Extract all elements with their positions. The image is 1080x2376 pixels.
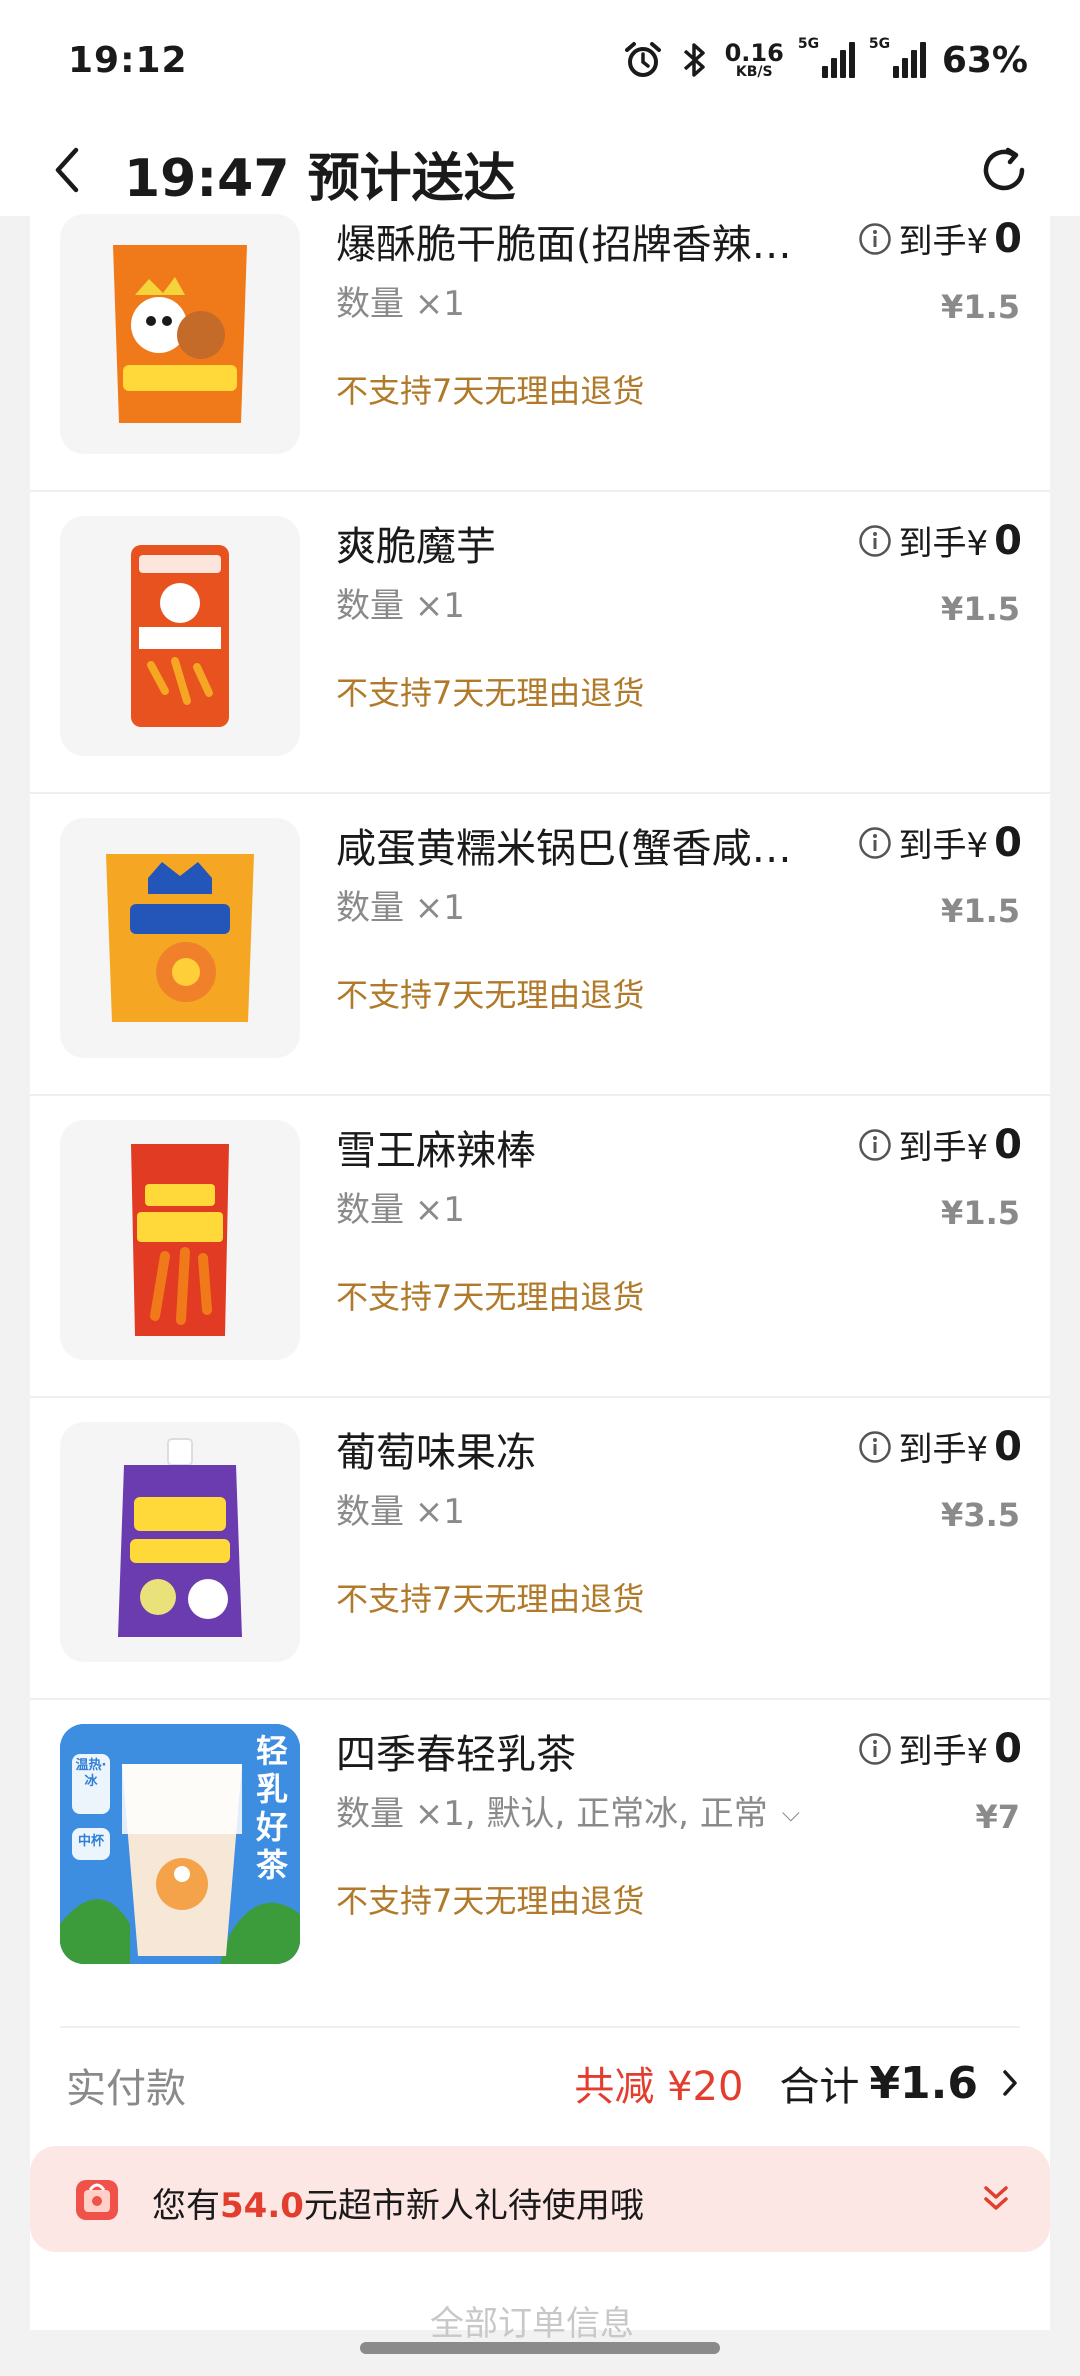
list-item[interactable]: 温热·冰 中杯 轻乳好茶 四季春轻乳茶 数量 ×1, 默认, 正常冰, 正常 ⌵ … xyxy=(30,1700,1050,2002)
price-label: 到手¥ xyxy=(898,222,989,262)
promo-amount: 54.0 xyxy=(220,2186,304,2226)
final-price: 0 xyxy=(994,1121,1022,1168)
final-price: 0 xyxy=(994,1423,1022,1470)
product-name: 爽脆魔芋 xyxy=(336,524,496,570)
promo-text: 您有54.0元超市新人礼待使用哦 xyxy=(152,2178,644,2227)
product-quantity: 数量 ×1, 默认, 正常冰, 正常 xyxy=(336,1794,768,1834)
product-name: 雪王麻辣棒 xyxy=(336,1128,536,1174)
product-quantity: 数量 ×1 xyxy=(336,586,465,626)
bluetooth-icon xyxy=(679,41,709,79)
thumb-badge-size: 中杯 xyxy=(77,1834,104,1849)
info-icon[interactable] xyxy=(857,825,893,861)
info-icon[interactable] xyxy=(857,1127,893,1163)
original-price: ¥3.5 xyxy=(941,1496,1020,1534)
list-item[interactable]: 爽脆魔芋 数量 ×1 不支持7天无理由退货 到手¥ 0 ¥1.5 xyxy=(30,492,1050,794)
product-image xyxy=(60,1120,300,1360)
price-label: 到手¥ xyxy=(898,826,989,866)
product-name: 四季春轻乳茶 xyxy=(336,1732,576,1778)
original-price: ¥1.5 xyxy=(941,892,1020,930)
list-item[interactable]: 雪王麻辣棒 数量 ×1 不支持7天无理由退货 到手¥ 0 ¥1.5 xyxy=(30,1096,1050,1398)
gesture-bar[interactable] xyxy=(360,2342,720,2354)
final-price: 0 xyxy=(994,1725,1022,1772)
price-row: 到手¥ 0 xyxy=(857,214,1022,263)
chevron-right-icon xyxy=(1003,2070,1017,2096)
thumb-vertical-text: 轻乳好茶 xyxy=(255,1732,288,1884)
product-quantity: 数量 ×1 xyxy=(336,1190,465,1230)
original-price: ¥1.5 xyxy=(941,288,1020,326)
status-time: 19:12 xyxy=(68,39,188,81)
return-policy: 不支持7天无理由退货 xyxy=(336,1882,645,1920)
list-item[interactable]: 葡萄味果冻 数量 ×1 不支持7天无理由退货 到手¥ 0 ¥3.5 xyxy=(30,1398,1050,1700)
order-info-heading: 全部订单信息 xyxy=(430,2304,634,2344)
signal-icon-1: 5G xyxy=(798,36,855,78)
payment-summary[interactable]: 实付款 共减 ¥20 合计 ¥1.6 xyxy=(60,2026,1020,2136)
info-icon[interactable] xyxy=(857,221,893,257)
price-row: 到手¥ 0 xyxy=(857,818,1022,867)
paid-amount-label: 实付款 xyxy=(66,2066,186,2112)
info-icon[interactable] xyxy=(857,1429,893,1465)
product-image xyxy=(60,214,300,454)
total-label: 合计 xyxy=(779,2064,860,2110)
return-policy: 不支持7天无理由退货 xyxy=(336,674,645,712)
chevron-left-icon xyxy=(55,147,79,193)
refresh-button[interactable] xyxy=(978,144,1030,196)
order-items-card: 爆酥脆干脆面(招牌香辣… 数量 ×1 不支持7天无理由退货 到手¥ 0 ¥1.5 … xyxy=(30,214,1050,2344)
product-image xyxy=(60,818,300,1058)
price-row: 到手¥ 0 xyxy=(857,516,1022,565)
product-quantity: 数量 ×1 xyxy=(336,888,465,928)
total-discount: 共减 ¥20 xyxy=(574,2064,744,2110)
price-row: 到手¥ 0 xyxy=(857,1120,1022,1169)
new-user-gift-banner[interactable]: 您有54.0元超市新人礼待使用哦 xyxy=(30,2146,1050,2252)
original-price: ¥7 xyxy=(975,1798,1020,1836)
final-price: 0 xyxy=(994,819,1022,866)
original-price: ¥1.5 xyxy=(941,590,1020,628)
return-policy: 不支持7天无理由退货 xyxy=(336,976,645,1014)
price-label: 到手¥ xyxy=(898,1128,989,1168)
network-speed-value: 0.16 xyxy=(724,39,784,67)
chevron-down-icon: ⌵ xyxy=(781,1799,800,1827)
thumb-badge-temp: 温热·冰 xyxy=(75,1758,107,1789)
signal-2-tag: 5G xyxy=(868,36,891,52)
return-policy: 不支持7天无理由退货 xyxy=(336,1278,645,1316)
promo-prefix: 您有 xyxy=(152,2186,220,2226)
promo-suffix: 元超市新人礼待使用哦 xyxy=(303,2186,644,2226)
product-name: 葡萄味果冻 xyxy=(336,1430,536,1476)
product-image: 温热·冰 中杯 轻乳好茶 xyxy=(60,1724,300,1964)
signal-icon-2: 5G xyxy=(869,36,926,78)
return-policy: 不支持7天无理由退货 xyxy=(336,1580,645,1618)
signal-1-tag: 5G xyxy=(797,36,820,52)
product-name: 咸蛋黄糯米锅巴(蟹香咸… xyxy=(336,826,792,872)
product-name: 爆酥脆干脆面(招牌香辣… xyxy=(336,222,792,268)
final-price: 0 xyxy=(994,215,1022,262)
list-item[interactable]: 爆酥脆干脆面(招牌香辣… 数量 ×1 不支持7天无理由退货 到手¥ 0 ¥1.5 xyxy=(30,190,1050,492)
return-policy: 不支持7天无理由退货 xyxy=(336,372,645,410)
refresh-icon xyxy=(983,147,1025,191)
status-icons: 0.16 KB/S 5G 5G 63% xyxy=(623,36,1028,81)
info-icon[interactable] xyxy=(857,1731,893,1767)
total-amount: ¥1.6 xyxy=(869,2057,978,2109)
price-label: 到手¥ xyxy=(898,1430,989,1470)
alarm-icon xyxy=(623,40,663,80)
status-bar: 19:12 0.16 KB/S 5G 5G 63% xyxy=(0,0,1080,120)
price-row: 到手¥ 0 xyxy=(857,1724,1022,1773)
final-price: 0 xyxy=(994,517,1022,564)
original-price: ¥1.5 xyxy=(941,1194,1020,1232)
list-item[interactable]: 咸蛋黄糯米锅巴(蟹香咸… 数量 ×1 不支持7天无理由退货 到手¥ 0 ¥1.5 xyxy=(30,794,1050,1096)
info-icon[interactable] xyxy=(857,523,893,559)
price-label: 到手¥ xyxy=(898,524,989,564)
product-quantity: 数量 ×1 xyxy=(336,284,465,324)
network-speed-unit: KB/S xyxy=(735,64,773,80)
product-options[interactable]: 数量 ×1, 默认, 正常冰, 正常 ⌵ xyxy=(336,1786,816,1835)
network-speed: 0.16 KB/S xyxy=(725,41,784,79)
product-quantity: 数量 ×1 xyxy=(336,1492,465,1532)
gift-icon xyxy=(76,2180,118,2220)
battery-level: 63% xyxy=(941,39,1028,81)
product-image xyxy=(60,516,300,756)
double-chevron-down-icon[interactable] xyxy=(978,2180,1014,2216)
totals-right: 共减 ¥20 合计 ¥1.6 xyxy=(574,2054,1020,2112)
product-image xyxy=(60,1422,300,1662)
price-label: 到手¥ xyxy=(898,1732,989,1772)
price-row: 到手¥ 0 xyxy=(857,1422,1022,1471)
